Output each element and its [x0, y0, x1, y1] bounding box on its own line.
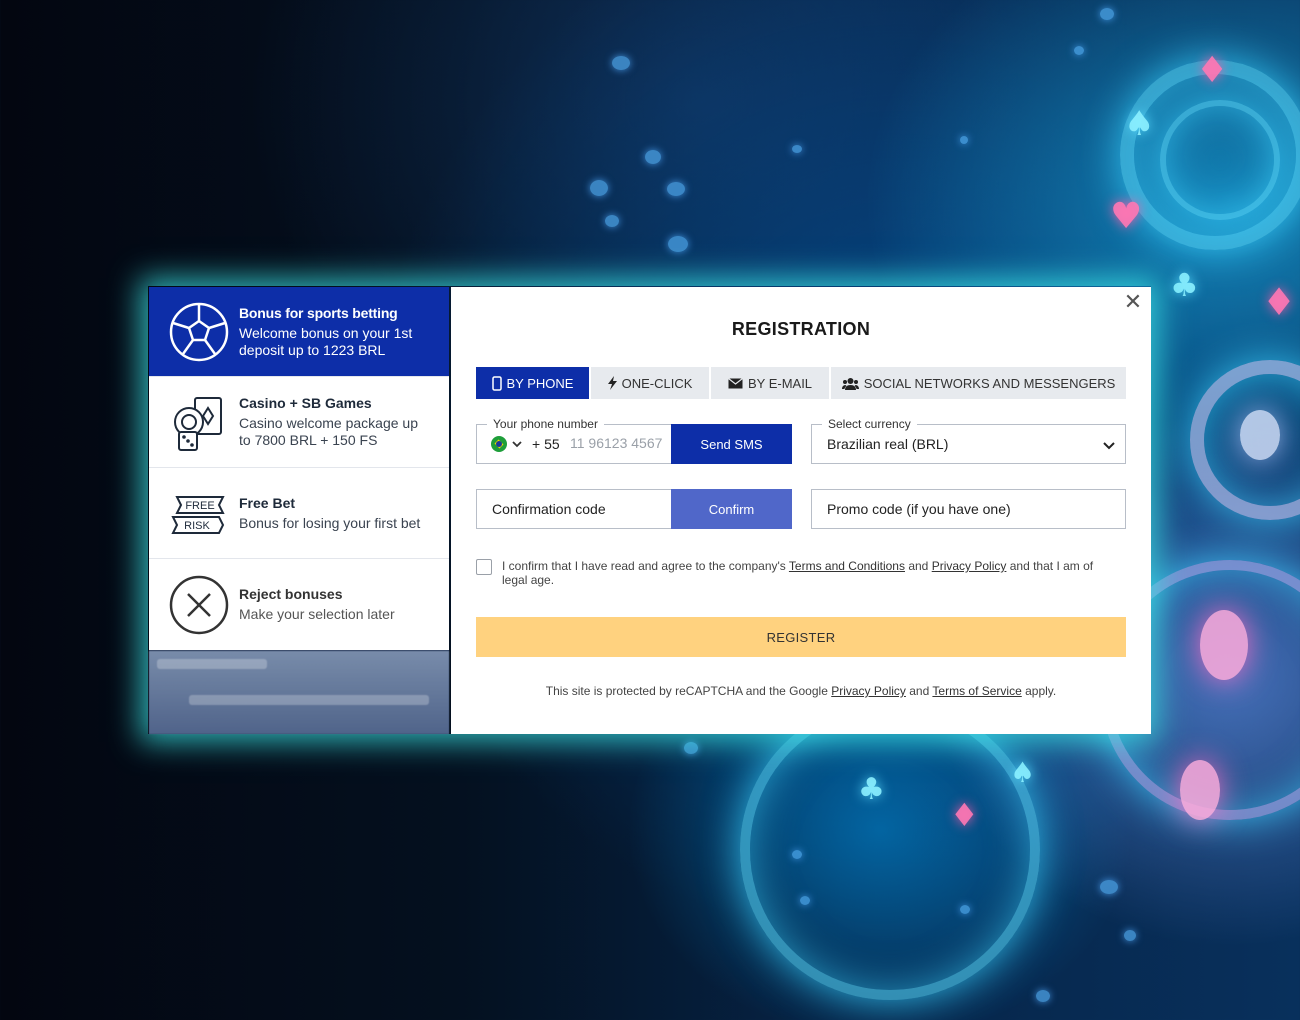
- lightning-icon: [607, 376, 617, 390]
- brazil-flag-icon: [491, 436, 507, 452]
- agreement-text: I confirm that I have read and agree to …: [502, 559, 1106, 587]
- terms-link[interactable]: Terms and Conditions: [789, 559, 905, 573]
- registration-modal: ✕ REGISTRATION BY PHONE ONE-CLICK BY E-M…: [451, 287, 1151, 734]
- ticket-free-text: FREE: [185, 500, 214, 512]
- casino-chips-icon: [169, 392, 229, 452]
- bonus-desc: Bonus for losing your first bet: [239, 514, 421, 531]
- recaptcha-and: and: [909, 684, 930, 698]
- currency-select[interactable]: Select currency Brazilian real (BRL): [811, 417, 1126, 464]
- register-button[interactable]: REGISTER: [476, 617, 1126, 657]
- free-risk-ticket-icon: FREE RISK: [169, 483, 229, 543]
- agreement-row: I confirm that I have read and agree to …: [476, 559, 1106, 587]
- tab-label: BY E-MAIL: [747, 375, 813, 391]
- bonus-card-sports[interactable]: Bonus for sports betting Welcome bonus o…: [149, 287, 449, 377]
- confirmation-code-input[interactable]: [492, 501, 667, 517]
- google-terms-link[interactable]: Terms of Service: [932, 684, 1021, 698]
- bonus-title: Bonus for sports betting: [239, 304, 398, 321]
- google-privacy-link[interactable]: Privacy Policy: [831, 684, 906, 698]
- tab-label: SOCIAL NETWORKS AND MESSENGERS: [863, 375, 1116, 391]
- tab-label: ONE-CLICK: [621, 375, 693, 391]
- registration-tabs: BY PHONE ONE-CLICK BY E-MAIL SOCIAL NETW…: [476, 367, 1126, 399]
- agreement-prefix: I confirm that I have read and agree to …: [502, 559, 786, 573]
- phone-legend: Your phone number: [487, 417, 604, 431]
- reject-x-icon: [169, 575, 229, 635]
- phone-icon: [491, 375, 502, 391]
- envelope-icon: [728, 377, 743, 389]
- tab-label: BY PHONE: [506, 375, 574, 391]
- promo-field: [811, 489, 1126, 529]
- bonus-title: Reject bonuses: [239, 586, 343, 602]
- agreement-checkbox[interactable]: [476, 559, 492, 575]
- country-selector[interactable]: + 55: [491, 436, 560, 452]
- registration-title: REGISTRATION: [731, 319, 871, 339]
- bonus-title: Casino + SB Games: [239, 395, 372, 411]
- tab-by-email[interactable]: BY E-MAIL: [711, 367, 831, 399]
- confirmation-field: Confirm: [476, 489, 792, 529]
- bonus-desc: Welcome bonus on your 1st deposit up to …: [239, 324, 413, 358]
- bonus-card-casino[interactable]: Casino + SB Games Casino welcome package…: [149, 377, 449, 468]
- privacy-link[interactable]: Privacy Policy: [932, 559, 1007, 573]
- tab-one-click[interactable]: ONE-CLICK: [591, 367, 711, 399]
- phone-input[interactable]: [570, 435, 662, 451]
- tab-by-phone[interactable]: BY PHONE: [476, 367, 591, 399]
- recaptcha-prefix: This site is protected by reCAPTCHA and …: [545, 684, 828, 698]
- promo-code-input[interactable]: [827, 501, 1112, 517]
- currency-legend: Select currency: [822, 417, 917, 431]
- currency-value: Brazilian real (BRL): [827, 436, 949, 452]
- send-sms-button[interactable]: Send SMS: [671, 424, 792, 464]
- recaptcha-notice: This site is protected by reCAPTCHA and …: [451, 684, 1151, 698]
- country-code: + 55: [532, 436, 560, 452]
- bonus-card-free-bet[interactable]: FREE RISK Free Bet Bonus for losing your…: [149, 468, 449, 559]
- agreement-and: and: [908, 559, 929, 573]
- ticket-risk-text: RISK: [184, 520, 210, 532]
- chevron-down-icon: [1103, 437, 1115, 455]
- confirm-button[interactable]: Confirm: [671, 489, 792, 529]
- chevron-down-icon: [512, 440, 522, 448]
- recaptcha-suffix: apply.: [1025, 684, 1057, 698]
- bonus-desc: Casino welcome package up to 7800 BRL + …: [239, 415, 418, 448]
- close-icon[interactable]: ✕: [1123, 292, 1143, 314]
- soccer-ball-icon: [169, 302, 229, 362]
- blurred-background-content: [149, 651, 449, 734]
- people-icon: [841, 377, 859, 390]
- bonus-desc: Make your selection later: [239, 606, 395, 622]
- tab-social[interactable]: SOCIAL NETWORKS AND MESSENGERS: [831, 367, 1126, 399]
- bonus-card-reject[interactable]: Reject bonuses Make your selection later: [149, 559, 449, 650]
- bonus-title: Free Bet: [239, 494, 296, 511]
- phone-field: Your phone number + 55 Send SMS: [476, 417, 792, 464]
